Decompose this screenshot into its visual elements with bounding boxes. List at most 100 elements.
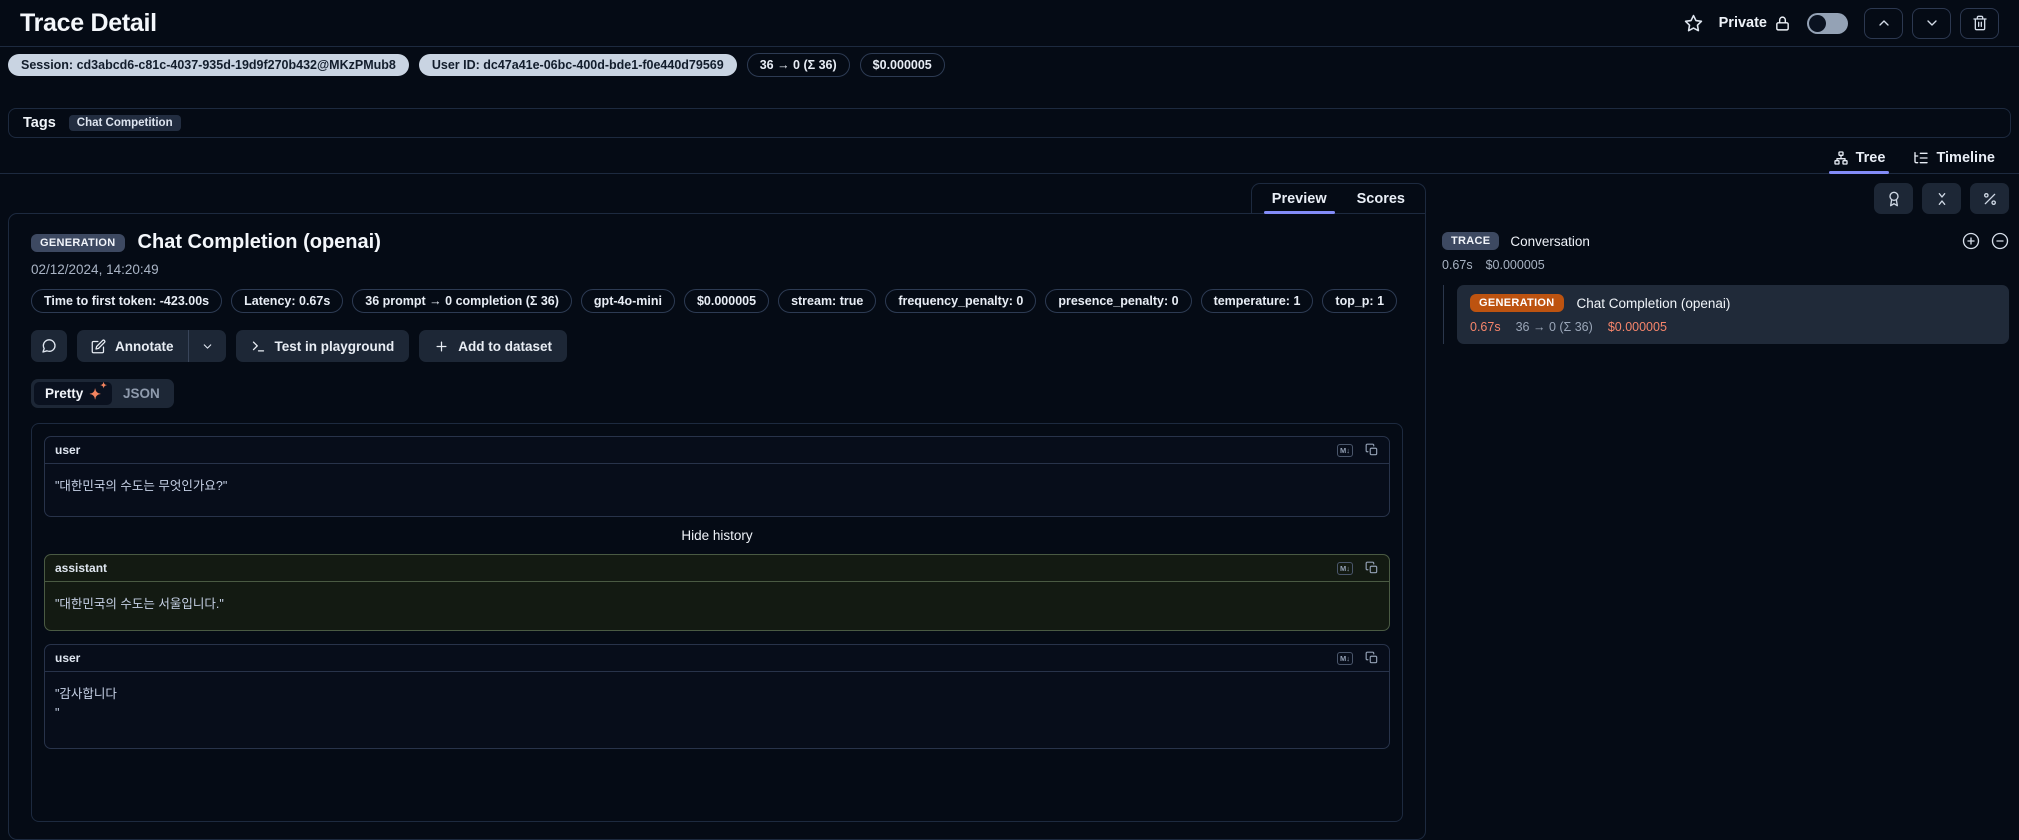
message-content: "대한민국의 수도는 서울입니다."	[55, 597, 224, 611]
message-header: user M↓	[45, 645, 1389, 672]
header-actions: Private	[1684, 7, 1999, 39]
metric-badge: stream: true	[778, 289, 877, 313]
timeline-icon	[1913, 150, 1929, 166]
annotate-button[interactable]: Annotate	[77, 330, 188, 362]
tab-timeline[interactable]: Timeline	[1913, 143, 1995, 173]
trace-tree-sidebar: TRACE Conversation 0.67s $0.000005 GENER…	[1438, 183, 2011, 840]
message-content: "대한민국의 수도는 무엇인가요?"	[55, 479, 228, 493]
copy-icon	[1365, 561, 1379, 575]
token-usage-badge: 36 → 0 (Σ 36)	[746, 53, 850, 77]
previous-trace-button[interactable]	[1864, 7, 1903, 39]
trace-type-badge: TRACE	[1442, 232, 1500, 250]
generation-node-title: Chat Completion (openai)	[1576, 295, 1731, 311]
tags-bar: Tags Chat Competition	[8, 108, 2011, 138]
message-header: user M↓	[45, 437, 1389, 464]
expand-all-button[interactable]	[1962, 232, 1980, 250]
markdown-toggle-icon[interactable]: M↓	[1337, 651, 1353, 665]
generation-metric-badges: Time to first token: -423.00s Latency: 0…	[31, 289, 1403, 313]
cost-badge: $0.000005	[859, 53, 945, 77]
generation-tree-node-row: GENERATION Chat Completion (openai) 0.67…	[1438, 285, 2009, 344]
observation-tabs: Preview Scores	[1250, 183, 1426, 214]
delete-trace-button[interactable]	[1960, 7, 1999, 39]
markdown-toggle-icon[interactable]: M↓	[1337, 443, 1353, 457]
trash-icon	[1972, 15, 1988, 31]
message-content: "감사합니다 "	[55, 687, 117, 720]
annotate-split-button: Annotate	[77, 330, 226, 362]
annotate-dropdown-button[interactable]	[189, 330, 226, 362]
generation-title: Chat Completion (openai)	[137, 231, 381, 253]
generation-cost: $0.000005	[1607, 320, 1667, 334]
messages-container: user M↓ "대한민국의 수도는 무엇인가요?" Hide history …	[31, 423, 1403, 822]
generation-node-header: GENERATION Chat Completion (openai)	[1470, 294, 1996, 312]
copy-button[interactable]	[1365, 443, 1379, 457]
plus-icon	[434, 339, 449, 354]
page-title: Trace Detail	[20, 8, 157, 37]
session-badge[interactable]: Session: cd3abcd6-c81c-4037-935d-19d9f27…	[8, 54, 409, 76]
generation-node-metrics: 0.67s 36 → 0 (Σ 36) $0.000005	[1470, 320, 1996, 334]
copy-button[interactable]	[1365, 561, 1379, 575]
copy-icon	[1365, 651, 1379, 665]
trace-metrics: 0.67s $0.000005	[1438, 258, 2009, 272]
metric-badge: $0.000005	[683, 289, 770, 313]
star-icon	[1684, 14, 1703, 33]
message-header: assistant M↓	[45, 555, 1389, 582]
tag-chip[interactable]: Chat Competition	[68, 115, 181, 131]
comments-button[interactable]	[31, 330, 67, 362]
user-id-badge[interactable]: User ID: dc47a41e-06bc-400d-bde1-f0e440d…	[418, 54, 737, 76]
markdown-toggle-icon[interactable]: M↓	[1337, 561, 1353, 575]
message-assistant: assistant M↓ "대한민국의 수도는 서울입니다."	[44, 554, 1390, 631]
metric-badge: temperature: 1	[1200, 289, 1314, 313]
favorite-star-button[interactable]	[1684, 14, 1703, 33]
message-header-icons: M↓	[1337, 443, 1379, 457]
generation-type-badge: GENERATION	[1470, 294, 1564, 312]
terminal-icon	[251, 339, 266, 354]
trace-cost: $0.000005	[1485, 258, 1545, 272]
metric-badge: Latency: 0.67s	[231, 289, 344, 313]
json-tab[interactable]: JSON	[112, 382, 171, 405]
trace-tree-root[interactable]: TRACE Conversation	[1438, 232, 2009, 250]
trace-nav-buttons	[1864, 7, 1999, 39]
hide-history-link[interactable]: Hide history	[44, 517, 1390, 554]
generation-actions: Annotate Test in playground Add to datas…	[31, 330, 1403, 362]
metric-badge: 36 prompt → 0 completion (Σ 36)	[352, 289, 572, 313]
tab-tree[interactable]: Tree	[1828, 143, 1890, 174]
copy-icon	[1365, 443, 1379, 457]
privacy-label: Private	[1719, 15, 1791, 32]
metric-badge: Time to first token: -423.00s	[31, 289, 223, 313]
scores-toggle-button[interactable]	[1874, 183, 1913, 214]
tab-preview[interactable]: Preview	[1260, 184, 1339, 214]
generation-tree-node[interactable]: GENERATION Chat Completion (openai) 0.67…	[1457, 285, 2009, 344]
active-tab-underline	[1263, 211, 1335, 214]
tree-indent-line	[1443, 285, 1444, 344]
public-sharing-toggle[interactable]	[1807, 12, 1848, 34]
view-mode-tabs: Tree Timeline	[0, 143, 2019, 174]
active-tab-underline	[1828, 171, 1890, 174]
chevron-up-icon	[1876, 15, 1892, 31]
chevron-down-icon	[1924, 15, 1940, 31]
metrics-toggle-button[interactable]	[1970, 183, 2009, 214]
add-to-dataset-button[interactable]: Add to dataset	[419, 330, 568, 362]
tab-scores[interactable]: Scores	[1345, 184, 1417, 214]
metric-badge: frequency_penalty: 0	[885, 289, 1037, 313]
generation-latency: 0.67s	[1470, 320, 1501, 334]
generation-tokens: 36 → 0 (Σ 36)	[1515, 320, 1593, 334]
next-trace-button[interactable]	[1912, 7, 1951, 39]
collapse-all-button[interactable]	[1922, 183, 1961, 214]
page-header: Trace Detail Private	[0, 0, 2019, 47]
fold-vertical-icon	[1934, 191, 1950, 207]
test-in-playground-button[interactable]: Test in playground	[235, 330, 410, 362]
metric-badge: gpt-4o-mini	[580, 289, 675, 313]
generation-type-badge: GENERATION	[31, 233, 125, 252]
trace-meta-badges: Session: cd3abcd6-c81c-4037-935d-19d9f27…	[0, 47, 2019, 77]
chevron-down-icon	[201, 340, 214, 353]
generation-timestamp: 02/12/2024, 14:20:49	[31, 262, 159, 277]
pretty-tab[interactable]: Pretty ✦ ✦	[34, 381, 112, 405]
award-icon	[1886, 191, 1902, 207]
message-user-1: user M↓ "대한민국의 수도는 무엇인가요?"	[44, 436, 1390, 517]
message-role: user	[55, 651, 81, 665]
message-role: user	[55, 443, 81, 457]
collapse-tree-button[interactable]	[1991, 232, 2009, 250]
plus-circle-icon	[1962, 232, 1980, 250]
main-content: Preview Scores GENERATION Chat Completio…	[0, 174, 2019, 840]
copy-button[interactable]	[1365, 651, 1379, 665]
